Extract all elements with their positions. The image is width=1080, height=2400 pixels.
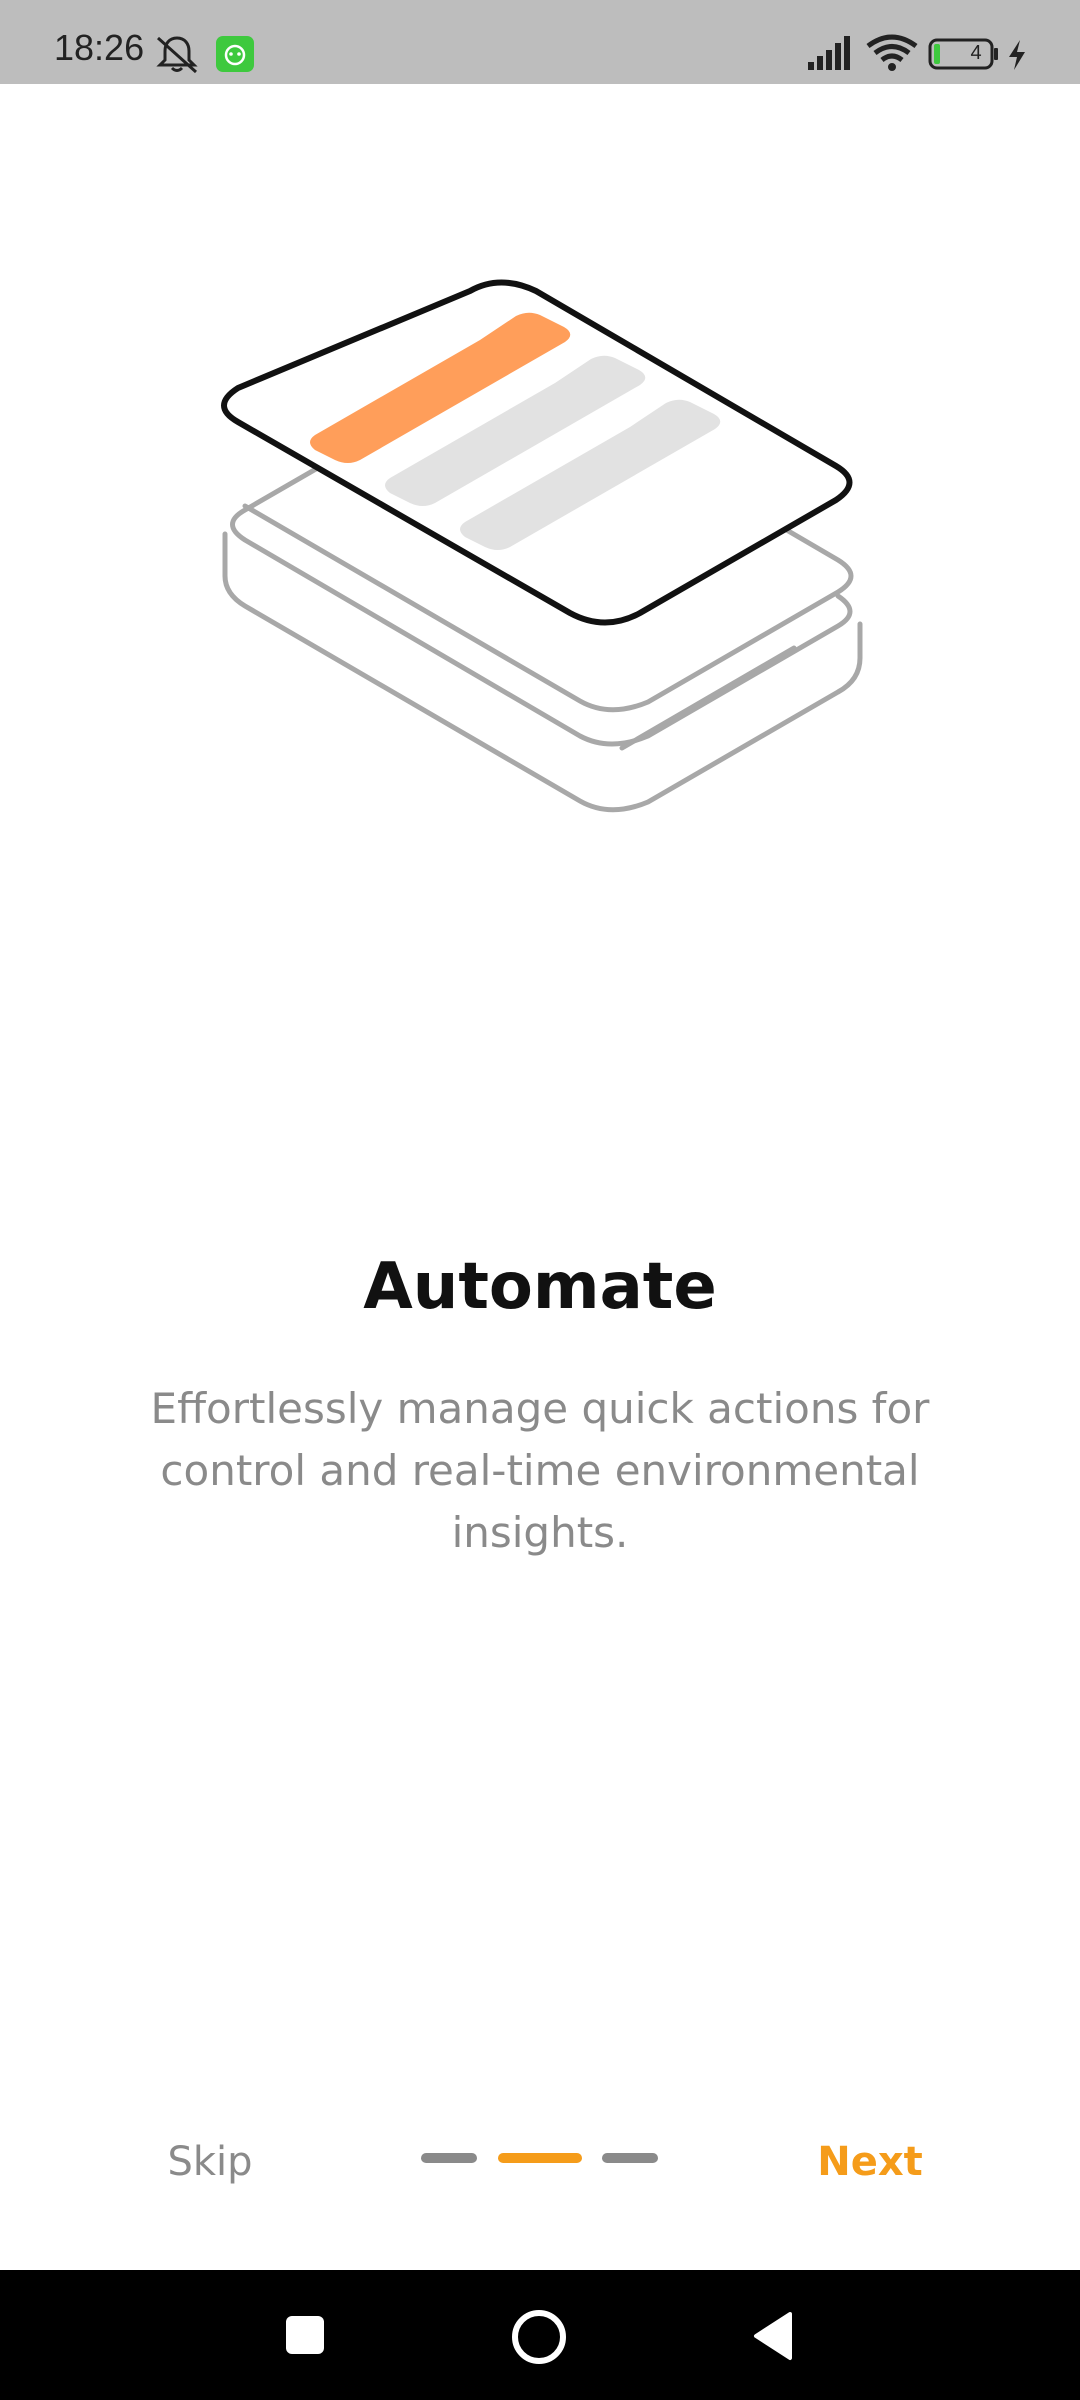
recents-icon[interactable] [286,2316,324,2354]
automate-illustration [221,279,863,813]
page-title: Automate [363,1250,717,1324]
skip-button[interactable]: Skip [150,2132,270,2192]
back-icon[interactable] [750,2310,794,2367]
page-description: Effortlessly manage quick actions for co… [150,1384,930,1557]
charging-icon [1006,38,1028,77]
wifi-icon [866,34,918,77]
page-indicator-2-active [498,2153,582,2163]
page-indicator-3 [602,2153,658,2163]
status-bar: 18:26 4 [0,0,1080,84]
app-badge-icon [216,36,254,72]
onboarding-screen: 18:26 4 Automate Effortlessly manage qui… [0,0,1080,2400]
home-icon[interactable] [510,2308,568,2371]
mute-icon [154,34,200,79]
navigation-bar [0,2270,1080,2400]
status-time: 18:26 [54,27,145,68]
page-indicator-1 [421,2153,477,2163]
next-button[interactable]: Next [810,2132,930,2192]
card-panel-shape [221,279,853,626]
battery-level-text: 4 [970,42,982,64]
signal-icon [806,34,856,77]
